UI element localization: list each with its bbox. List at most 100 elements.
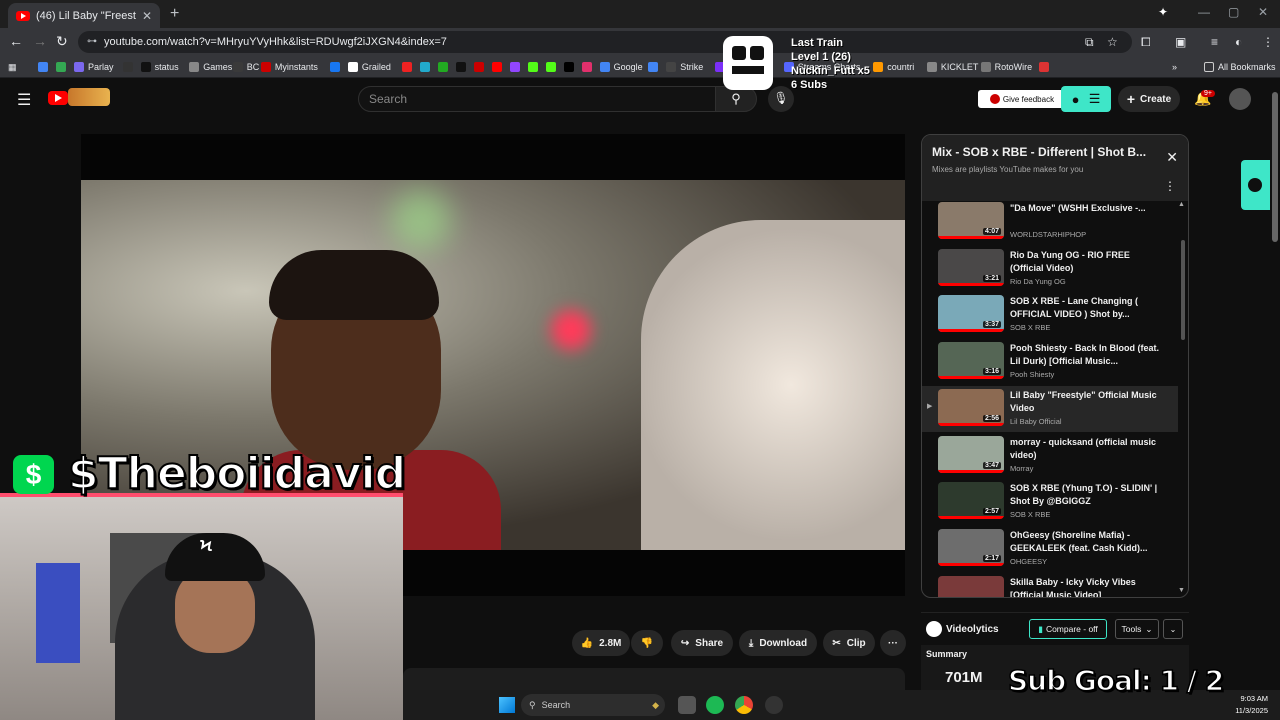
bookmark-item[interactable] [527,60,542,74]
bookmark-item[interactable]: Grailed [347,60,391,74]
playlist-item[interactable]: 3:47 morray - quicksand (official music v… [922,433,1178,479]
bookmark-item[interactable] [581,60,596,74]
scroll-down-icon[interactable]: ▼ [1178,587,1185,594]
bookmark-item[interactable] [437,60,452,74]
compare-toggle-button[interactable]: ▮ Compare - off [1029,619,1107,639]
playlist-title[interactable]: Mix - SOB x RBE - Different | Shot B... [932,145,1162,159]
download-button[interactable]: ⤓ Download [739,630,817,656]
video-thumbnail[interactable]: 2:56 [938,388,1004,426]
bookmark-item[interactable] [38,60,52,74]
search-input[interactable]: Search [358,86,716,112]
bookmark-item[interactable] [648,60,662,74]
video-thumbnail[interactable]: 4:07 [938,202,1004,239]
sparkle-icon[interactable]: ✦ [1158,5,1168,19]
playlist-item[interactable]: 3:16 Pooh Shiesty - Back In Blood (feat. … [922,339,1178,385]
playlist-scrollbar[interactable] [1181,240,1185,340]
playlist-item[interactable]: 3:21 Rio Da Yung OG - RIO FREE (Official … [922,246,1178,292]
video-thumbnail[interactable]: 3:16 [938,342,1004,380]
close-icon[interactable]: ✕ [1166,149,1178,166]
playlist-item[interactable]: ▶ 2:56 Lil Baby "Freestyle" Official Music… [922,385,1178,432]
chrome-menu-icon[interactable]: ⋮ [1262,35,1274,49]
bookmark-item[interactable]: Strike [666,60,703,74]
bookmark-item[interactable]: Games [189,60,232,74]
bookmark-item[interactable]: BC [232,60,259,74]
video-thumbnail[interactable]: 2:54 [938,575,1004,597]
apps-icon[interactable]: ▦ [8,60,17,74]
playlist-item[interactable]: 2:57 SOB X RBE (Yhung T.O) - SLIDIN' | Sh… [922,479,1178,525]
reading-list-icon[interactable]: ≡ [1211,35,1218,49]
description-box[interactable] [403,668,905,690]
bookmark-item[interactable] [563,60,578,74]
create-button[interactable]: + Create [1118,86,1180,112]
reload-button[interactable]: ↻ [56,33,68,50]
share-button[interactable]: ↪ Share [671,630,733,656]
video-title[interactable]: Skilla Baby - Icky Vicky Vibes [Official… [1010,576,1160,597]
video-title[interactable]: morray - quicksand (official music video… [1010,436,1160,462]
profile-icon[interactable]: ◐ [1235,35,1242,49]
windows-start-icon[interactable] [499,697,515,713]
bookmark-item[interactable]: status [140,60,179,74]
video-thumbnail[interactable]: 3:21 [938,248,1004,286]
bookmark-item[interactable]: KICKLET [926,60,978,74]
videolytics-toggle-button[interactable]: ● ☰ [1061,86,1111,112]
system-clock[interactable]: 9:03 AM 11/3/2025 [1228,693,1268,717]
video-thumbnail[interactable]: 2:17 [938,528,1004,566]
site-info-icon[interactable]: ⊶ [87,36,97,47]
video-thumbnail[interactable]: 2:57 [938,482,1004,520]
close-window-button[interactable]: ✕ [1258,5,1268,19]
tools-dropdown[interactable]: Tools ⌄ [1115,619,1159,639]
page-scrollbar[interactable] [1272,92,1278,242]
bookmark-item[interactable] [401,60,416,74]
bookmark-item[interactable]: countri [873,60,914,74]
minimize-button[interactable]: — [1198,5,1210,19]
browser-tab[interactable]: (46) Lil Baby "Freestyle" Offi ✕ [8,3,160,28]
clip-button[interactable]: ✂ Clip [823,630,875,656]
chrome-icon[interactable] [735,696,753,714]
bookmark-item[interactable] [545,60,560,74]
maximize-button[interactable]: ▢ [1228,5,1239,19]
youtube-logo-icon[interactable] [48,91,68,105]
bookmark-item[interactable] [419,60,434,74]
bookmark-item[interactable] [56,60,70,74]
bookmark-item[interactable] [491,60,506,74]
spotify-icon[interactable] [706,696,724,714]
video-title[interactable]: Rio Da Yung OG - RIO FREE (Official Vide… [1010,249,1160,275]
bookmark-item[interactable] [1039,60,1053,74]
all-bookmarks-button[interactable]: All Bookmarks [1204,60,1276,74]
bookmark-item[interactable]: RotoWire [980,60,1032,74]
task-view-icon[interactable] [678,696,696,714]
account-avatar[interactable] [1229,88,1251,110]
video-title[interactable]: OhGeesy (Shoreline Mafia) - GEEKALEEK (f… [1010,529,1160,555]
extensions-icon[interactable]: ⧠ [1141,35,1151,50]
video-thumbnail[interactable]: 3:37 [938,295,1004,333]
video-title[interactable]: Pooh Shiesty - Back In Blood (feat. Lil … [1010,342,1160,368]
more-vert-icon[interactable]: ⋮ [1164,179,1176,193]
address-bar[interactable]: ⊶ youtube.com/watch?v=MHryuYVyHhk&list=R… [78,31,1132,53]
playlist-item[interactable]: 4:07 "Da Move" (WSHH Exclusive -... WORLDS… [922,201,1178,245]
bookmark-item[interactable]: Parlay [74,60,114,74]
collapse-button[interactable]: ⌄ [1163,619,1183,639]
new-tab-button[interactable]: + [170,5,179,23]
forward-button[interactable]: → [33,33,47,49]
back-button[interactable]: ← [9,33,23,49]
guide-menu-icon[interactable]: ☰ [17,90,31,110]
playlist-item[interactable]: 2:54 Skilla Baby - Icky Vicky Vibes [Offi… [922,573,1178,597]
bookmark-item[interactable] [473,60,488,74]
bookmark-item[interactable] [455,60,470,74]
channel-doodle-logo[interactable] [68,88,110,106]
give-feedback-button[interactable]: Give feedback [978,90,1066,108]
dislike-button[interactable]: 👎 [631,630,663,656]
install-icon[interactable]: ⧉ [1085,35,1094,50]
bookmark-item[interactable]: Myinstants [260,60,318,74]
playlist-item[interactable]: 3:37 SOB X RBE - Lane Changing ( OFFICIAL… [922,292,1178,338]
video-title[interactable]: Lil Baby "Freestyle" Official Music Vide… [1010,389,1160,415]
obs-icon[interactable] [765,696,783,714]
video-title[interactable]: SOB X RBE (Yhung T.O) - SLIDIN' | Shot B… [1010,482,1160,508]
video-thumbnail[interactable]: 3:47 [938,435,1004,473]
bookmark-item[interactable] [509,60,524,74]
bookmark-item[interactable]: Google [599,60,643,74]
scroll-up-icon[interactable]: ▲ [1178,201,1185,208]
like-button[interactable]: 👍 2.8M [572,630,630,656]
tab-close-icon[interactable]: ✕ [142,9,152,23]
bookmark-item[interactable] [329,60,344,74]
